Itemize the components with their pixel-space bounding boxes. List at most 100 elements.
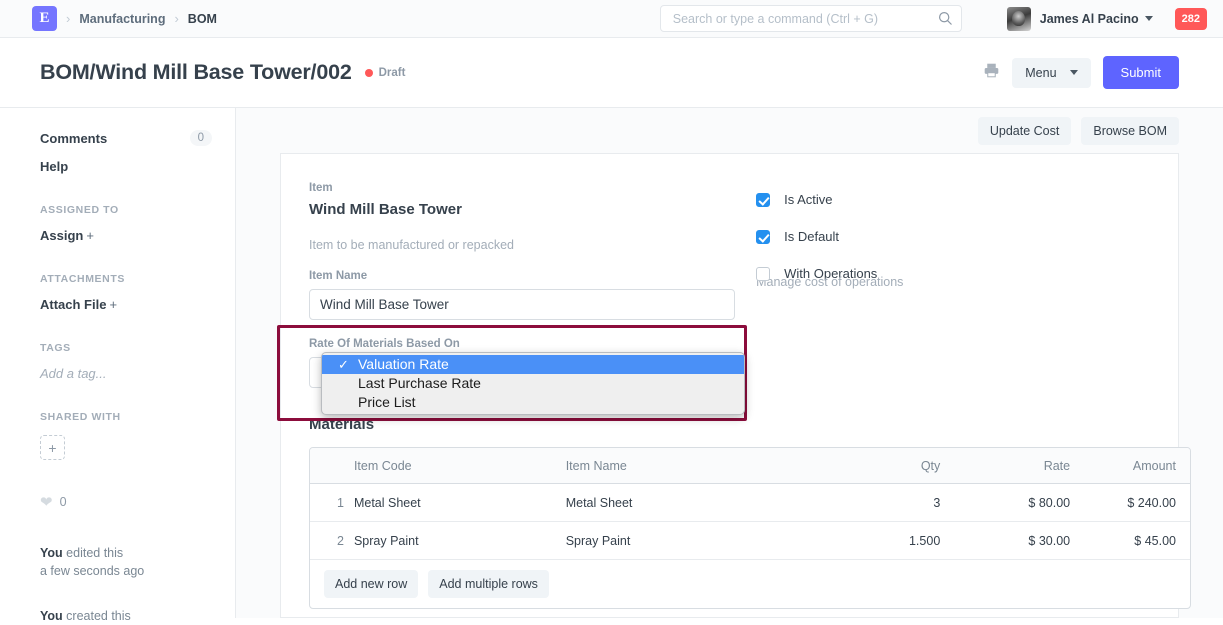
attach-file-label: Attach File bbox=[40, 297, 106, 312]
materials-grid: Item Code Item Name Qty Rate Amount 1 Me… bbox=[309, 447, 1191, 609]
comments-count: 0 bbox=[190, 130, 212, 146]
user-name[interactable]: James Al Pacino bbox=[1040, 12, 1139, 26]
checkbox-row-is-active[interactable]: Is Active bbox=[756, 192, 1150, 207]
dropdown-option-price-list[interactable]: Price List bbox=[322, 393, 744, 412]
sidebar-item-label: Help bbox=[40, 159, 68, 174]
cell-item-code[interactable]: Spray Paint bbox=[354, 534, 566, 548]
plus-icon: + bbox=[109, 297, 117, 312]
status-label: Draft bbox=[379, 67, 406, 79]
share-add-button[interactable]: + bbox=[40, 435, 65, 460]
item-help-text: Item to be manufactured or repacked bbox=[309, 238, 746, 252]
top-navbar: E › Manufacturing › BOM James Al Pacino … bbox=[0, 0, 1223, 38]
timeline-entry: You created this bbox=[40, 607, 235, 625]
assign-button[interactable]: Assign+ bbox=[40, 228, 235, 243]
breadcrumb-manufacturing[interactable]: Manufacturing bbox=[79, 12, 165, 26]
sidebar-item-help[interactable]: Help bbox=[40, 159, 212, 174]
form-card: Item Wind Mill Base Tower Item to be man… bbox=[280, 153, 1179, 618]
cell-rate[interactable]: $ 30.00 bbox=[940, 534, 1070, 548]
page-title: BOM/Wind Mill Base Tower/002 bbox=[40, 60, 352, 85]
notification-badge[interactable]: 282 bbox=[1175, 8, 1207, 30]
dropdown-option-last-purchase-rate[interactable]: Last Purchase Rate bbox=[322, 374, 744, 393]
chevron-right-icon: › bbox=[66, 11, 70, 26]
checkbox-is-active[interactable] bbox=[756, 193, 770, 207]
cell-qty[interactable]: 3 bbox=[810, 496, 940, 510]
heart-icon[interactable]: ❤ bbox=[40, 493, 53, 511]
cell-rate[interactable]: $ 80.00 bbox=[940, 496, 1070, 510]
checkbox-row-is-default[interactable]: Is Default bbox=[756, 229, 1150, 244]
breadcrumb-bom[interactable]: BOM bbox=[188, 12, 217, 26]
timeline-entry: You edited this a few seconds ago bbox=[40, 544, 235, 580]
chevron-down-icon bbox=[1070, 70, 1078, 75]
timeline-action: edited this bbox=[63, 546, 123, 560]
search-input[interactable] bbox=[671, 11, 931, 27]
checkbox-with-operations[interactable] bbox=[756, 267, 770, 281]
checkbox-is-default[interactable] bbox=[756, 230, 770, 244]
menu-button[interactable]: Menu bbox=[1012, 58, 1090, 88]
checkbox-label: Is Default bbox=[784, 229, 839, 244]
table-row[interactable]: 2 Spray Paint Spray Paint 1.500 $ 30.00 … bbox=[310, 522, 1190, 560]
app-logo[interactable]: E bbox=[32, 6, 57, 31]
sidebar-section-attachments: ATTACHMENTS bbox=[40, 273, 235, 285]
plus-icon: + bbox=[86, 228, 94, 243]
add-new-row-button[interactable]: Add new row bbox=[324, 570, 418, 598]
sidebar-item-label: Comments bbox=[40, 131, 107, 146]
cell-amount[interactable]: $ 45.00 bbox=[1070, 534, 1190, 548]
sidebar-section-tags: TAGS bbox=[40, 342, 235, 354]
checkbox-label: Is Active bbox=[784, 192, 832, 207]
rate-of-materials-dropdown[interactable]: Valuation Rate Last Purchase Rate Price … bbox=[321, 352, 745, 415]
assign-label: Assign bbox=[40, 228, 83, 243]
attach-file-button[interactable]: Attach File+ bbox=[40, 297, 235, 312]
cell-qty[interactable]: 1.500 bbox=[810, 534, 940, 548]
sidebar: Comments 0 Help ASSIGNED TO Assign+ ATTA… bbox=[0, 108, 236, 618]
page-header: BOM/Wind Mill Base Tower/002 Draft Menu … bbox=[0, 38, 1223, 108]
page-header-actions: Menu Submit bbox=[983, 56, 1223, 89]
form-column-right: Is Active Is Default With Operations Man… bbox=[746, 182, 1150, 388]
sidebar-section-shared-with: SHARED WITH bbox=[40, 411, 235, 423]
item-value[interactable]: Wind Mill Base Tower bbox=[309, 201, 746, 218]
column-amount: Amount bbox=[1070, 459, 1190, 473]
materials-grid-header: Item Code Item Name Qty Rate Amount bbox=[310, 448, 1190, 484]
form-columns: Item Wind Mill Base Tower Item to be man… bbox=[309, 182, 1150, 388]
like-row[interactable]: ❤ 0 bbox=[40, 493, 235, 511]
column-item-name: Item Name bbox=[566, 459, 811, 473]
print-icon[interactable] bbox=[983, 62, 1000, 84]
main-content: Update Cost Browse BOM Item Wind Mill Ba… bbox=[236, 108, 1223, 618]
chevron-right-icon: › bbox=[174, 11, 178, 26]
sidebar-section-assigned-to: ASSIGNED TO bbox=[40, 204, 235, 216]
column-item-code: Item Code bbox=[354, 459, 566, 473]
column-qty: Qty bbox=[810, 459, 940, 473]
table-row[interactable]: 1 Metal Sheet Metal Sheet 3 $ 80.00 $ 24… bbox=[310, 484, 1190, 522]
cell-item-code[interactable]: Metal Sheet bbox=[354, 496, 566, 510]
status-dot-icon bbox=[365, 69, 373, 77]
activity-timeline: You edited this a few seconds ago You cr… bbox=[40, 544, 235, 625]
browse-bom-button[interactable]: Browse BOM bbox=[1081, 117, 1179, 145]
item-name-input[interactable] bbox=[309, 289, 735, 320]
rate-of-materials-field: Rate Of Materials Based On Valuation Rat… bbox=[309, 338, 746, 388]
submit-button[interactable]: Submit bbox=[1103, 56, 1179, 89]
timeline-time: a few seconds ago bbox=[40, 562, 235, 580]
cell-item-name[interactable]: Spray Paint bbox=[566, 534, 811, 548]
timeline-actor: You bbox=[40, 609, 63, 623]
sidebar-item-comments[interactable]: Comments 0 bbox=[40, 130, 212, 146]
dropdown-option-valuation-rate[interactable]: Valuation Rate bbox=[322, 355, 744, 374]
rate-of-materials-label: Rate Of Materials Based On bbox=[309, 338, 746, 350]
materials-section-title: Materials bbox=[309, 416, 1150, 433]
page-body: Comments 0 Help ASSIGNED TO Assign+ ATTA… bbox=[0, 108, 1223, 618]
avatar[interactable] bbox=[1007, 7, 1031, 31]
update-cost-button[interactable]: Update Cost bbox=[978, 117, 1071, 145]
add-multiple-rows-button[interactable]: Add multiple rows bbox=[428, 570, 549, 598]
cell-amount[interactable]: $ 240.00 bbox=[1070, 496, 1190, 510]
column-rate: Rate bbox=[940, 459, 1070, 473]
search-box[interactable] bbox=[660, 5, 962, 32]
search-icon[interactable] bbox=[938, 11, 953, 31]
navbar-right: James Al Pacino 282 bbox=[660, 5, 1223, 32]
like-count: 0 bbox=[60, 495, 67, 509]
chevron-down-icon[interactable] bbox=[1145, 16, 1153, 21]
form-column-left: Item Wind Mill Base Tower Item to be man… bbox=[309, 182, 746, 388]
item-name-label: Item Name bbox=[309, 270, 746, 282]
main-toolbar: Update Cost Browse BOM bbox=[236, 108, 1223, 153]
add-tag-input[interactable]: Add a tag... bbox=[40, 366, 235, 381]
row-index: 1 bbox=[310, 496, 354, 510]
row-index: 2 bbox=[310, 534, 354, 548]
cell-item-name[interactable]: Metal Sheet bbox=[566, 496, 811, 510]
